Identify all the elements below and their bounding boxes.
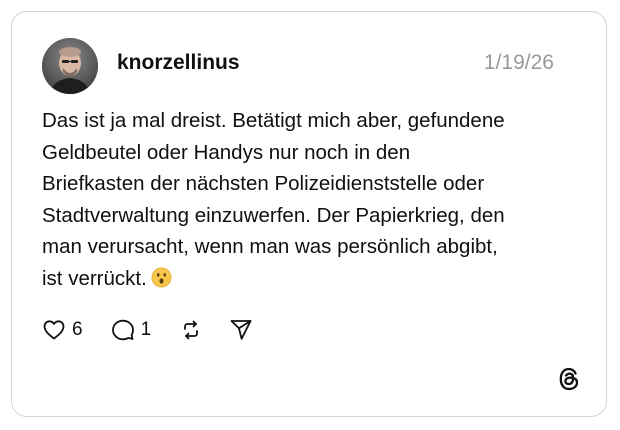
like-count: 6 [72,319,83,340]
username[interactable]: knorzellinus [117,50,240,76]
post-text-line: man verursacht, wenn man was persönlich … [42,235,498,258]
post-card: knorzellinus 1/19/26 Das ist ja mal drei… [11,11,607,417]
heart-icon [43,320,65,340]
repost-button[interactable] [179,318,203,342]
avatar-image [42,38,98,94]
threads-logo-icon[interactable] [556,366,582,392]
speech-bubble-icon [111,319,134,341]
reply-count: 1 [140,319,152,340]
threads-logo-graphic [559,367,579,391]
reply-button[interactable]: 1 [111,318,152,342]
avatar[interactable] [42,38,98,94]
post-text-line: Das ist ja mal dreist. Betätigt mich abe… [42,109,505,132]
share-button[interactable] [229,318,253,342]
send-icon [230,320,252,340]
post-text-line: ist verrückt. [42,266,147,290]
post-text-last-line: ist verrückt. [42,263,572,295]
post-text-line: Briefkasten der nächsten Polizeidienstst… [42,172,485,195]
post-actions: 6 1 [42,315,253,345]
post-date: 1/19/26 [483,51,554,74]
post-text-line: Stadtverwaltung einzuwerfen. Der Papierk… [42,203,505,227]
repost-icon [184,320,199,340]
face-with-open-mouth-emoji [151,267,172,287]
post-text-line: Geldbeutel oder Handys nur noch in den [42,140,411,164]
like-button[interactable]: 6 [42,318,83,342]
post-text: Das ist ja mal dreist. Betätigt mich abe… [42,105,572,294]
